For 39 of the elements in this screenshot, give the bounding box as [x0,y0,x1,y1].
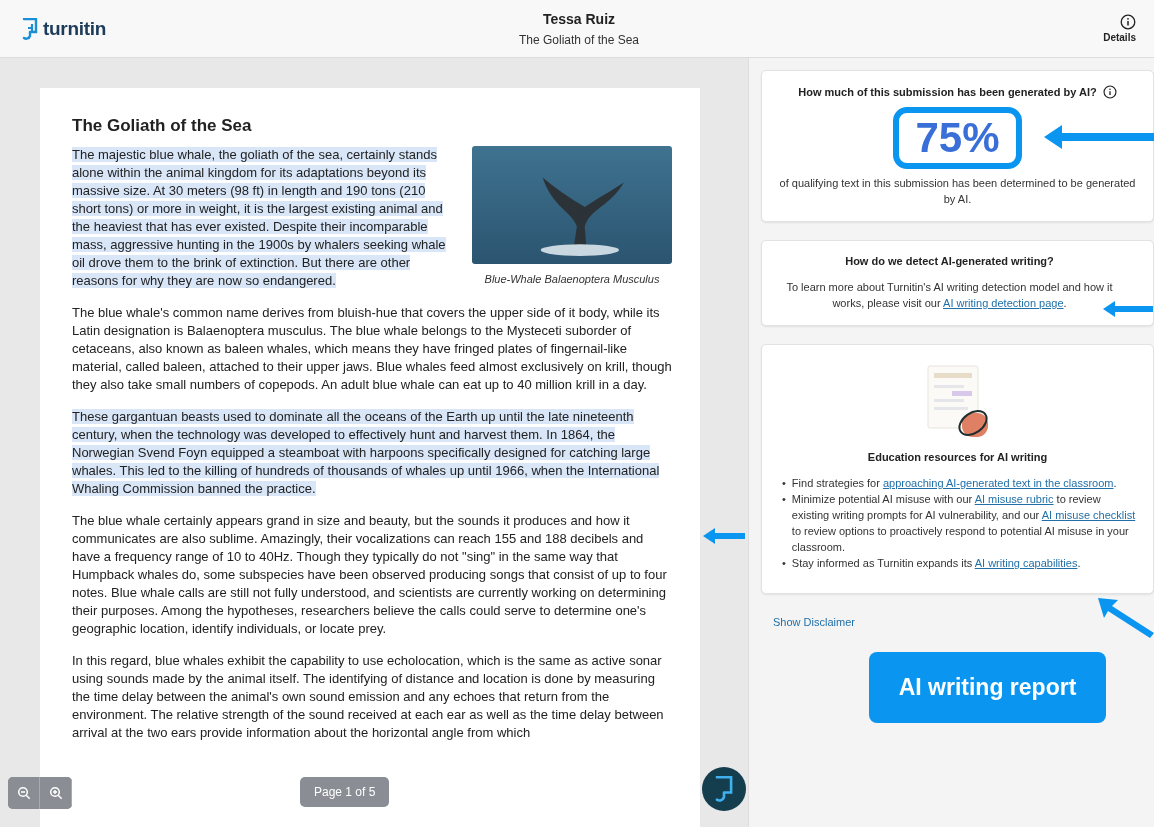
detection-page-link[interactable]: AI writing detection page [943,297,1064,309]
logo-icon [713,776,735,802]
body-paragraph: The blue whale's common name derives from bluish-hue that covers the upper side of it body, while its Latin designation is Balaenoptera musculus. The blue whale belongs to the Mysteceti suborder of cetaceans, also known as baleen whales, which means they have fringed plates of fingernail-like material, called baleen, attached to their upper jaws. Blue whales feed almost exclusively on krill, though they also take small numbers of copepods. An adult blue whale can eat up to 40 million krill in a day. [72,304,672,394]
show-disclaimer-link[interactable]: Show Disclaimer [773,616,855,628]
zoom-out-button[interactable] [8,777,40,809]
bullet: • [782,492,786,507]
body-paragraph: In this regard, blue whales exhibit the capability to use echolocation, which is the same as active sonar using sounds made by the animal itself. The identifying of distance and location is done by measuring the time delay between the animal's own sound emission and any echoes that return from the environment. The relative strength of the sound received at each ear as well as the time delay between arrival at the two ears provide information about the horizontal angle from which [72,652,665,742]
student-name: Tessa Ruiz [542,10,616,27]
annotation-arrow [1098,598,1154,638]
logo-wordmark: turnitin [43,17,107,40]
resource-item-text: Minimize potential AI misuse with our AI misuse rubric to review existing writing prompts for AI vulnerability, and our AI misuse checklist to review options to proactively respond to potential AI misuse in your classroom. [791,492,1137,555]
zoom-out-icon [16,786,31,800]
bullet: • [782,476,786,491]
details-button[interactable]: Details [976,14,1136,43]
detection-info-text: To learn more about Turnitin's AI writing detection model and how it works, please visit our AI writing detection page. [785,280,1114,311]
annotation-arrow [1103,301,1153,317]
resource-item-text: Stay informed as Turnitin expands its AI writing capabilities. [791,556,1081,571]
resource-item-text: Find strategies for approaching AI-generated text in the classroom. [791,476,1117,491]
annotation-label: AI writing report [868,652,1107,723]
submission-title: The Goliath of the Sea [518,32,640,47]
report-fab-button[interactable] [702,767,746,811]
info-icon [1120,14,1136,30]
body-paragraph: The blue whale certainly appears grand in size and beauty, but the sounds it produces and how it communicates are also sublime. Amazingly, their vocalizations can reach 155 and 188 decibels and have a frequency range of 10 to 40Hz. Though they typically do not "sing" in the same way that Humpback whales do, some subspecies have been observed producing songs that consist of up to four notes. Blue whale calls are still not fully understood, and scientists are currently working on determining their purposes. Among the hypotheses, researchers believe the calls could serve to determine one's geographic location, identify individuals, or locate prey. [72,512,668,638]
score-description: of qualifying text in this submission has been determined to be generated by AI. [778,176,1137,207]
figure-caption: Blue-Whale Balaenoptera Musculus [483,273,661,285]
card-heading: How do we detect AI-generated writing? [844,255,1055,267]
document-heading: The Goliath of the Sea [72,116,253,136]
zoom-in-icon [48,786,63,800]
info-icon [1102,85,1117,99]
bullet: • [782,556,786,571]
logo-icon [22,17,38,40]
score-question: How much of this submission has been generated by AI? [798,86,1097,98]
resource-link[interactable]: AI misuse checklist [1041,509,1136,521]
annotation-arrow [703,528,745,544]
page-indicator: Page 1 of 5 [300,777,390,807]
card-heading: Education resources for AI writing [866,451,1049,463]
ai-score: 75% [893,107,1022,169]
resource-link[interactable]: AI misuse rubric [974,493,1054,505]
ai-flagged-paragraph: These gargantuan beasts used to dominate all the oceans of the Earth up until the late nineteenth century, when the technology was developed to effectively hunt and harvest them. In 1864, the Norwegian Svend Foyn equipped a steamboat with harpoons specifically designed for catching large whales. This led to the killing of hundreds of thousands of whales up until 1966, when the International Whaling Commission banned the practice. [72,408,661,498]
